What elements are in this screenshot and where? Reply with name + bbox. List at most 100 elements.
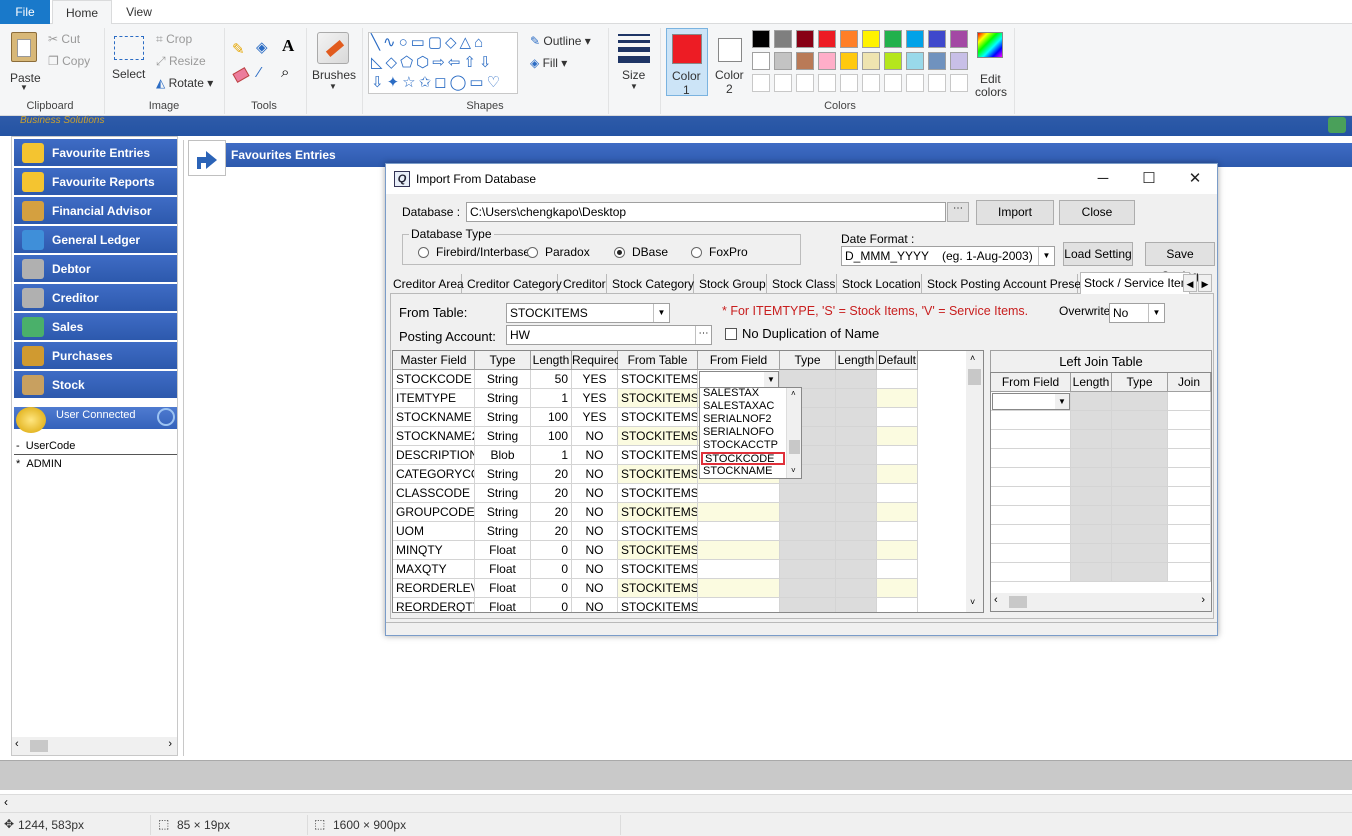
join-grid-cell[interactable] (1168, 430, 1211, 449)
shapes-gallery[interactable]: ╲∿○▭▢◇△⌂ ◺◇⬠⬡⇨⇦⇧⇩ ⇩✦☆✩◻◯▭♡ (368, 32, 518, 94)
palette-swatch[interactable] (862, 52, 880, 70)
grid-header[interactable]: Type (475, 351, 531, 370)
grid-header[interactable]: Length (836, 351, 877, 370)
join-grid-cell[interactable] (991, 525, 1071, 544)
grid-header[interactable]: Type (780, 351, 836, 370)
color2-button[interactable]: Color 2 (710, 28, 750, 96)
grid-cell[interactable]: String (475, 408, 531, 427)
grid-cell[interactable]: NO (572, 446, 618, 465)
join-grid-cell[interactable] (1168, 449, 1211, 468)
default-cell[interactable] (877, 598, 918, 612)
grid-cell[interactable]: String (475, 484, 531, 503)
palette-swatch[interactable] (752, 30, 770, 48)
default-cell[interactable] (877, 484, 918, 503)
grid-cell[interactable]: STOCKITEMS (618, 503, 698, 522)
nav-item[interactable]: Stock (14, 371, 177, 399)
minimize-button[interactable]: ─ (1080, 164, 1126, 194)
dropdown-option[interactable]: STOCKCODE (701, 452, 785, 465)
grid-cell[interactable]: MINQTY (393, 541, 475, 560)
join-grid-header[interactable]: Length (1071, 373, 1112, 392)
dropdown-option[interactable]: SALESTAX (701, 388, 785, 400)
fill-button[interactable]: ◈ Fill ▾ (530, 56, 567, 70)
grid-vscrollbar[interactable]: ˄ ˅ (966, 351, 983, 612)
tab-scroll-right[interactable]: ▶ (1198, 274, 1212, 292)
dropdown-option[interactable]: SERIALNOF2 (701, 413, 785, 426)
grid-cell[interactable]: STOCKITEMS (618, 541, 698, 560)
grid-cell[interactable]: 20 (531, 484, 572, 503)
grid-cell[interactable]: STOCKITEMS (618, 370, 698, 389)
default-cell[interactable] (877, 560, 918, 579)
nav-item[interactable]: General Ledger (14, 226, 177, 254)
dropdown-option[interactable]: STOCKNAME (701, 465, 785, 478)
chevron-down-icon[interactable]: ▼ (1055, 394, 1069, 409)
grid-cell[interactable]: String (475, 522, 531, 541)
page-tab[interactable]: Stock Posting Account Preset (924, 274, 1084, 294)
grid-cell[interactable]: YES (572, 370, 618, 389)
default-cell[interactable] (877, 465, 918, 484)
join-from-field-editor[interactable]: ▼ (992, 393, 1070, 410)
text-icon[interactable]: A (282, 36, 294, 56)
grid-cell[interactable]: DESCRIPTION (393, 446, 475, 465)
grid-cell[interactable]: Blob (475, 446, 531, 465)
grid-cell[interactable]: REORDERLEV (393, 579, 475, 598)
grid-cell[interactable]: 100 (531, 408, 572, 427)
page-tab[interactable]: Stock Group (696, 274, 767, 294)
grid-cell[interactable]: STOCKITEMS (618, 465, 698, 484)
palette-swatch[interactable] (818, 30, 836, 48)
join-grid-cell[interactable] (1168, 392, 1211, 411)
grid-cell[interactable]: 100 (531, 427, 572, 446)
nav-item[interactable]: Purchases (14, 342, 177, 370)
default-cell[interactable] (877, 541, 918, 560)
grid-cell[interactable]: GROUPCODE (393, 503, 475, 522)
crop-button[interactable]: ⌗ Crop (156, 32, 192, 47)
page-tab[interactable]: Creditor Category (464, 274, 562, 294)
grid-cell[interactable]: STOCKITEMS (618, 446, 698, 465)
grid-cell[interactable]: NO (572, 465, 618, 484)
grid-cell[interactable]: 1 (531, 389, 572, 408)
rotate-button[interactable]: ◭ Rotate ▾ (156, 76, 213, 90)
palette-empty-swatch[interactable] (774, 74, 792, 92)
grid-cell[interactable]: 0 (531, 579, 572, 598)
posting-account-field[interactable]: HW ⋯ (506, 325, 712, 345)
no-duplication-checkbox[interactable] (725, 328, 737, 340)
default-cell[interactable] (877, 370, 918, 389)
join-grid-cell[interactable] (1168, 525, 1211, 544)
join-grid-cell[interactable] (991, 563, 1071, 582)
palette-empty-swatch[interactable] (752, 74, 770, 92)
size-button[interactable]: Size ▼ (612, 30, 654, 92)
tab-view[interactable]: View (114, 0, 164, 24)
dropdown-option[interactable]: SALESTAXAC (701, 400, 785, 413)
grid-cell[interactable]: YES (572, 408, 618, 427)
pencil-icon[interactable]: ✎ (232, 40, 248, 58)
grid-cell[interactable]: String (475, 427, 531, 446)
palette-swatch[interactable] (950, 52, 968, 70)
dropdown-option[interactable]: STOCKACCTP (701, 439, 785, 452)
grid-cell[interactable]: MAXQTY (393, 560, 475, 579)
db-type-radio[interactable] (418, 247, 429, 258)
overwrite-select[interactable]: No ▼ (1109, 303, 1165, 323)
grid-cell[interactable]: YES (572, 389, 618, 408)
palette-empty-swatch[interactable] (862, 74, 880, 92)
join-grid-cell[interactable] (1168, 506, 1211, 525)
db-type-radio[interactable] (527, 247, 538, 258)
from-field-cell[interactable] (698, 560, 780, 579)
grid-cell[interactable]: STOCKNAME (393, 408, 475, 427)
date-format-select[interactable]: D_MMM_YYYY (eg. 1-Aug-2003) ▼ (841, 246, 1055, 266)
default-cell[interactable] (877, 579, 918, 598)
nav-item[interactable]: Sales (14, 313, 177, 341)
from-field-cell[interactable] (698, 579, 780, 598)
palette-swatch[interactable] (840, 52, 858, 70)
page-tab[interactable]: Stock Location (839, 274, 922, 294)
field-mapping-grid[interactable]: Master Field Type Length Requirec From Table… (392, 350, 984, 613)
grid-cell[interactable]: NO (572, 427, 618, 446)
grid-cell[interactable]: STOCKCODE (393, 370, 475, 389)
grid-cell[interactable]: Float (475, 560, 531, 579)
grid-cell[interactable]: STOCKITEMS (618, 389, 698, 408)
nav-item[interactable]: Debtor (14, 255, 177, 283)
brushes-button[interactable]: Brushes ▼ (310, 30, 356, 92)
grid-cell[interactable]: Float (475, 598, 531, 612)
palette-swatch[interactable] (840, 30, 858, 48)
grid-header[interactable]: Requirec (572, 351, 620, 370)
grid-cell[interactable]: NO (572, 598, 618, 612)
db-type-radio[interactable] (691, 247, 702, 258)
